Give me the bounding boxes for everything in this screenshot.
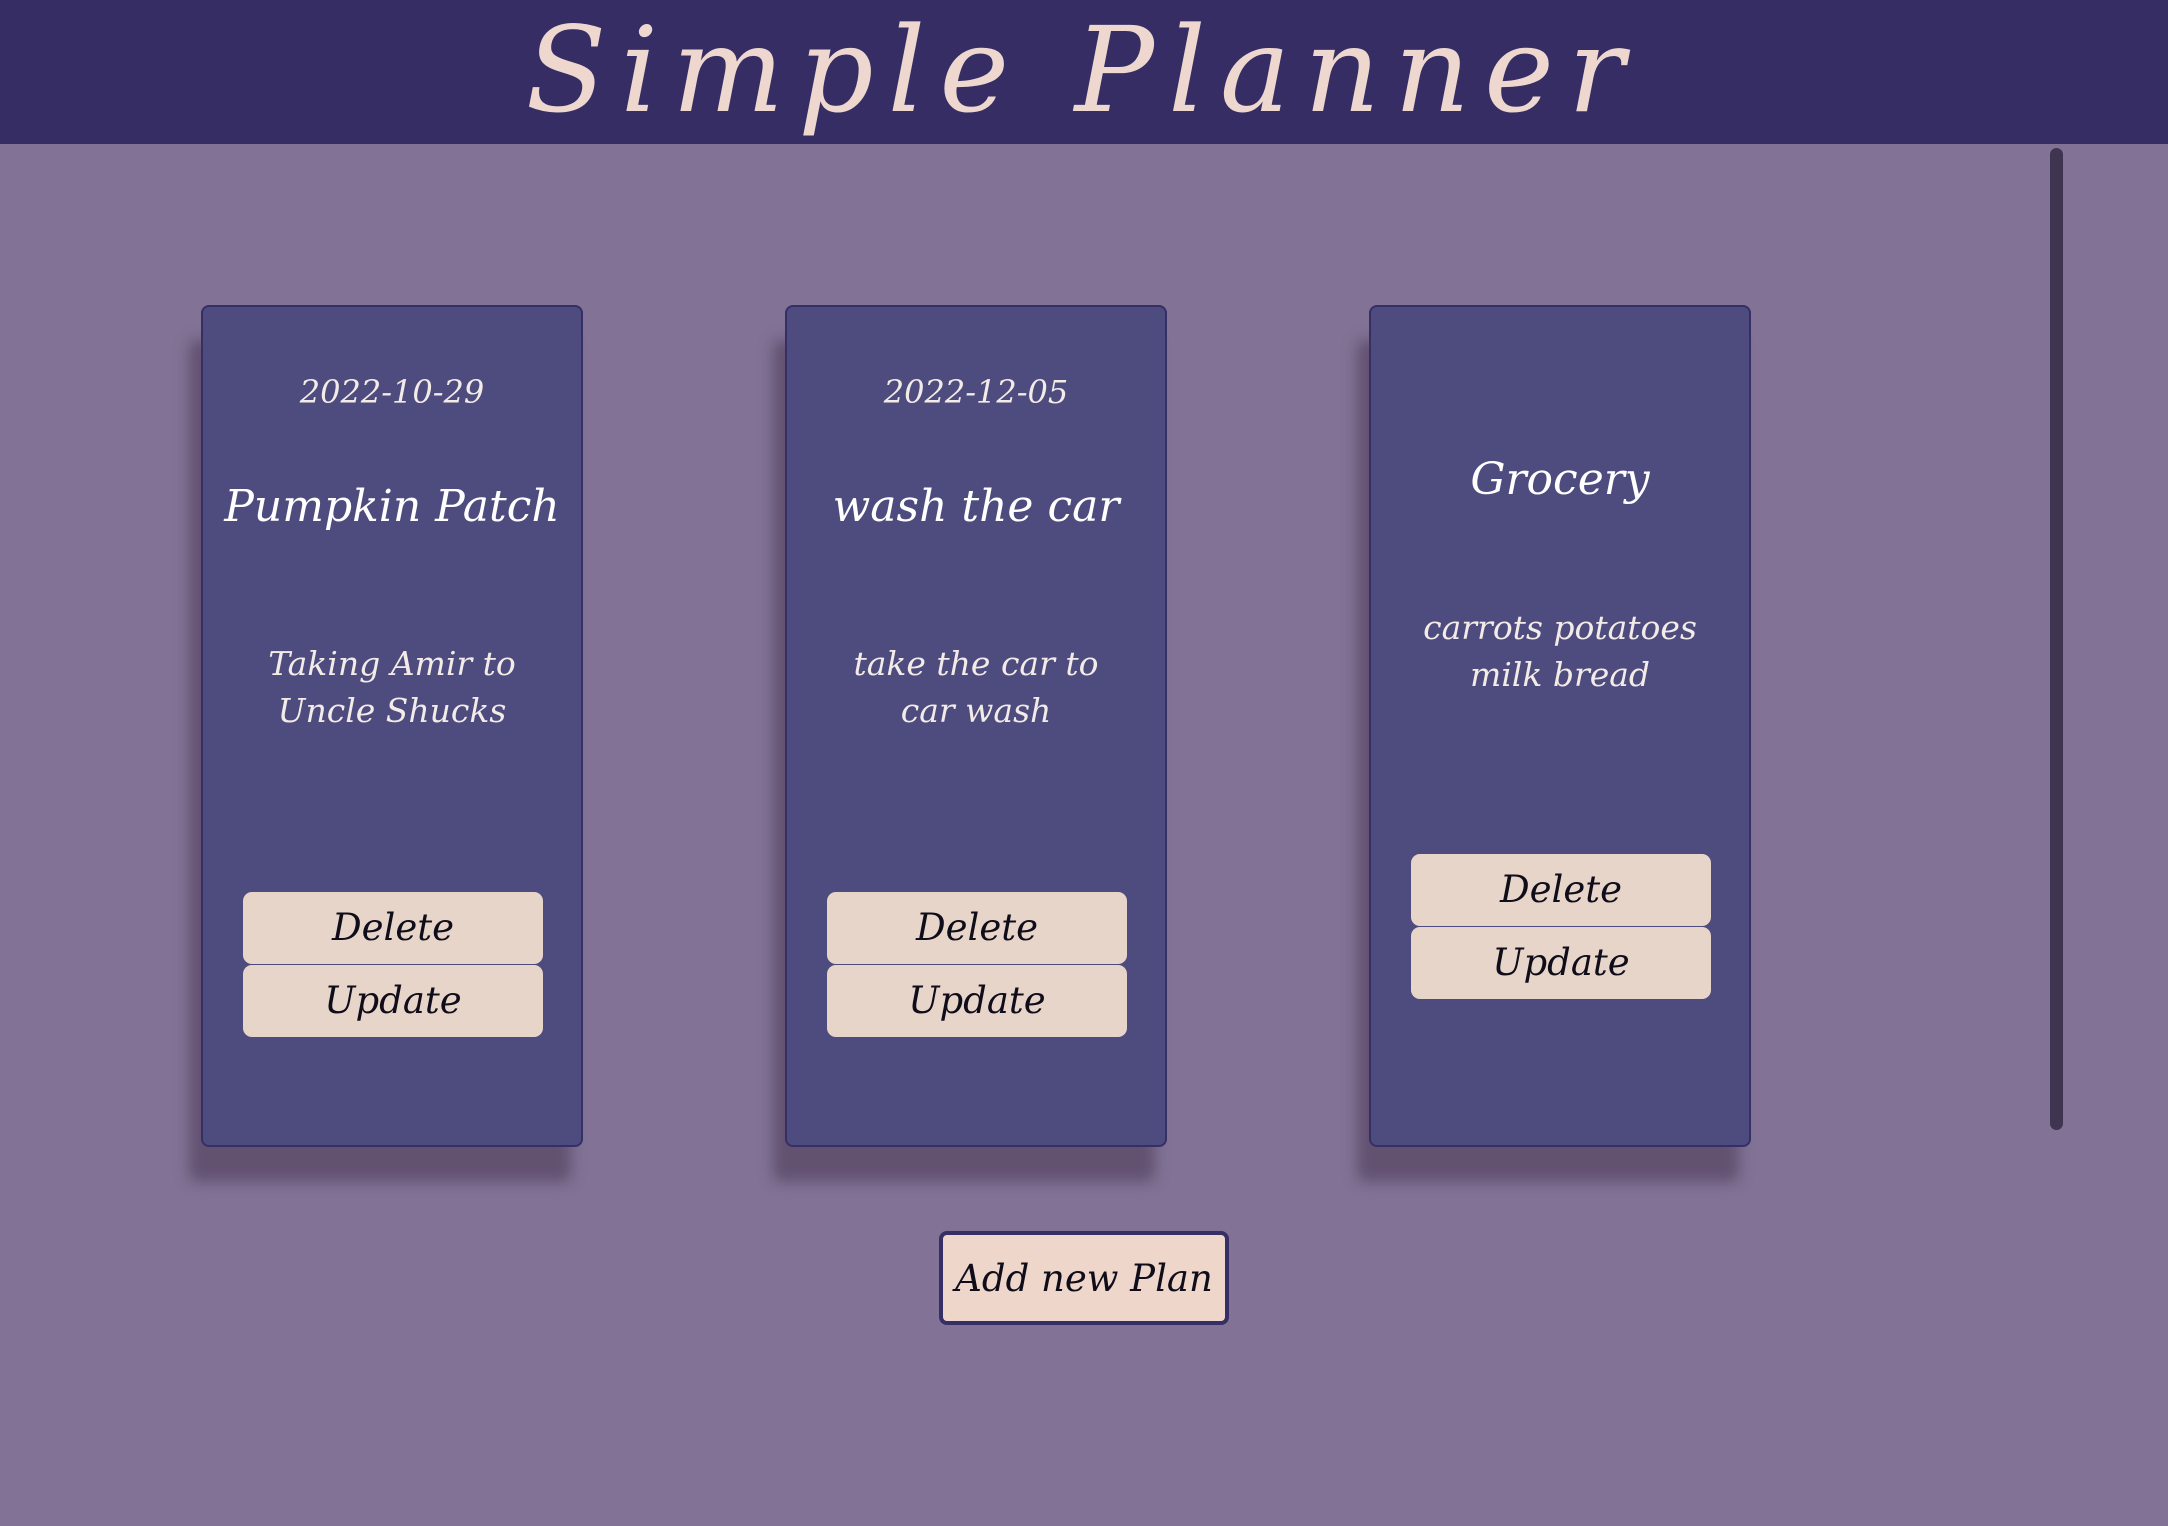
app-header: Simple Planner <box>0 0 2168 144</box>
update-button[interactable]: Update <box>827 965 1127 1037</box>
plan-title: wash the car <box>832 481 1120 532</box>
update-button[interactable]: Update <box>1411 927 1711 999</box>
plan-card: Grocery carrots potatoes milk bread Dele… <box>1369 305 1751 1147</box>
plan-date: 2022-10-29 <box>299 373 485 411</box>
delete-button[interactable]: Delete <box>1411 854 1711 926</box>
update-button[interactable]: Update <box>243 965 543 1037</box>
delete-button[interactable]: Delete <box>243 892 543 964</box>
plan-title: Grocery <box>1470 454 1650 505</box>
plan-card: 2022-12-05 wash the car take the car to … <box>785 305 1167 1147</box>
plan-card: 2022-10-29 Pumpkin Patch Taking Amir to … <box>201 305 583 1147</box>
vertical-scrollbar[interactable] <box>2050 148 2063 1130</box>
plan-description: carrots potatoes milk bread <box>1423 608 1697 694</box>
delete-button[interactable]: Delete <box>827 892 1127 964</box>
plan-description: Taking Amir to Uncle Shucks <box>268 644 516 730</box>
add-plan-button[interactable]: Add new Plan <box>939 1231 1229 1325</box>
plan-description: take the car to car wash <box>853 644 1099 730</box>
plan-date: 2022-12-05 <box>883 373 1069 411</box>
app-title: Simple Planner <box>525 1 1639 139</box>
plan-title: Pumpkin Patch <box>224 481 560 532</box>
